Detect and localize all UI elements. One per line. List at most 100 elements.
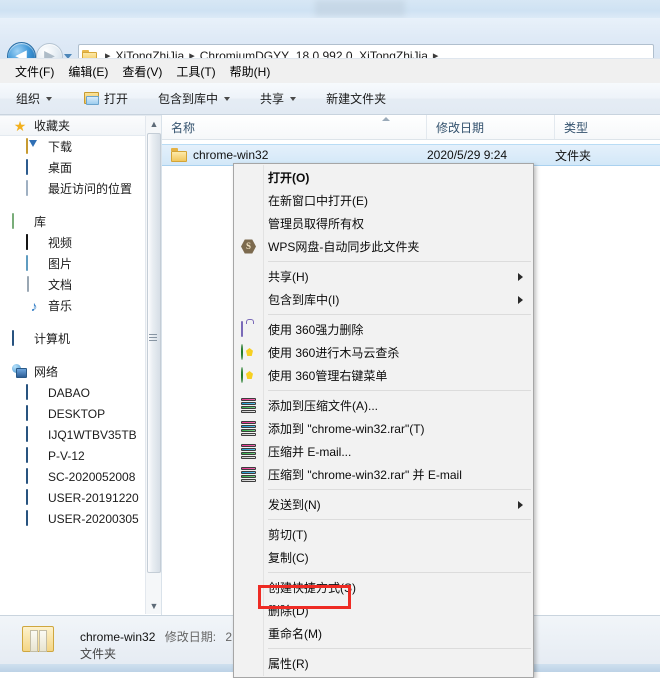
context-menu-item-create-shortcut[interactable]: 创建快捷方式(S)	[234, 576, 533, 599]
context-menu-item-add-to-named-archive[interactable]: 添加到 "chrome-win32.rar"(T)	[234, 417, 533, 440]
sidebar-item-libraries[interactable]: 库	[0, 211, 161, 232]
folder-icon	[171, 148, 188, 162]
context-menu-item-take-ownership[interactable]: 管理员取得所有权	[234, 212, 533, 235]
context-menu-item-rename[interactable]: 重命名(M)	[234, 622, 533, 645]
sidebar-item-dabao[interactable]: DABAO	[0, 382, 161, 403]
organize-label: 组织	[16, 92, 41, 106]
column-header-label: 修改日期	[436, 120, 485, 135]
context-menu-item-compress-and-email[interactable]: 压缩并 E-mail...	[234, 440, 533, 463]
video-icon	[26, 233, 42, 251]
context-menu-item-360-force-delete[interactable]: 使用 360强力删除	[234, 318, 533, 341]
sidebar-item-sc-2020052008[interactable]: SC-2020052008	[0, 466, 161, 487]
context-menu-item-open-new-window[interactable]: 在新窗口中打开(E)	[234, 189, 533, 212]
context-menu-item-360-manage-context-menu[interactable]: 使用 360管理右键菜单	[234, 364, 533, 387]
context-menu-item-compress-to-named-and-email[interactable]: 压缩到 "chrome-win32.rar" 并 E-mail	[234, 463, 533, 486]
sidebar-item-recent-places[interactable]: 最近访问的位置	[0, 178, 161, 199]
navigation-pane: ★ 收藏夹 下载 桌面 最近访问的位置 库 视频 图片 文档 ♪ 音乐 计算机 …	[0, 115, 162, 615]
winrar-icon	[241, 444, 257, 460]
file-date-cell: 2020/5/29 9:24	[427, 148, 508, 162]
column-header-type[interactable]: 类型	[555, 115, 660, 139]
context-menu-item-send-to[interactable]: 发送到(N)	[234, 493, 533, 516]
include-in-library-button[interactable]: 包含到库中	[152, 87, 236, 110]
sidebar-item-label: 计算机	[34, 332, 71, 346]
menu-help[interactable]: 帮助(H)	[223, 61, 278, 82]
sidebar-item-label: SC-2020052008	[48, 469, 136, 484]
file-name-cell[interactable]: chrome-win32	[171, 148, 268, 162]
context-menu-item-copy[interactable]: 复制(C)	[234, 546, 533, 569]
sidebar-item-label: 图片	[48, 257, 73, 271]
new-folder-button[interactable]: 新建文件夹	[320, 87, 392, 110]
context-menu-separator	[268, 648, 531, 649]
details-date-value: 2	[225, 630, 233, 644]
sidebar-item-label: 文档	[48, 278, 73, 292]
column-header-date-modified[interactable]: 修改日期	[427, 115, 555, 139]
sidebar-item-label: USER-20200305	[48, 511, 139, 526]
column-header-label: 名称	[171, 120, 196, 135]
sidebar-item-desktop-host[interactable]: DESKTOP	[0, 403, 161, 424]
sidebar-item-music[interactable]: ♪ 音乐	[0, 295, 161, 316]
details-name-line: chrome-win32 修改日期: 2	[80, 628, 232, 645]
sidebar-item-network[interactable]: 网络	[0, 361, 161, 382]
scroll-up-icon[interactable]: ▲	[146, 116, 162, 132]
share-button[interactable]: 共享	[254, 87, 302, 110]
context-menu-item-add-to-archive[interactable]: 添加到压缩文件(A)...	[234, 394, 533, 417]
sidebar-item-desktop[interactable]: 桌面	[0, 157, 161, 178]
menu-edit[interactable]: 编辑(E)	[61, 61, 115, 82]
remote-computer-icon	[26, 488, 42, 506]
context-menu-item-360-trojan-scan[interactable]: 使用 360进行木马云查杀	[234, 341, 533, 364]
context-menu-item-label: 发送到(N)	[268, 498, 321, 512]
scrollbar-thumb[interactable]	[147, 133, 161, 573]
network-icon	[12, 364, 28, 380]
context-menu-item-delete[interactable]: 删除(D)	[234, 599, 533, 622]
sidebar-item-label: 视频	[48, 236, 73, 250]
sidebar-item-documents[interactable]: 文档	[0, 274, 161, 295]
star-icon: ★	[13, 117, 27, 134]
remote-computer-icon	[26, 425, 42, 443]
360-icon	[241, 367, 257, 384]
sidebar-item-favorites[interactable]: ★ 收藏夹	[0, 115, 161, 136]
context-menu-item-label: 压缩并 E-mail...	[268, 445, 352, 459]
menu-file[interactable]: 文件(F)	[8, 61, 61, 82]
scroll-down-icon[interactable]: ▼	[146, 598, 162, 614]
context-menu-item-open[interactable]: 打开(O)	[234, 166, 533, 189]
sidebar-item-user-20191220[interactable]: USER-20191220	[0, 487, 161, 508]
sidebar-item-label: 最近访问的位置	[48, 182, 133, 196]
submenu-arrow-icon	[518, 501, 523, 509]
folder-icon	[22, 624, 56, 654]
context-menu-item-include-in-library[interactable]: 包含到库中(I)	[234, 288, 533, 311]
menu-tools[interactable]: 工具(T)	[169, 61, 222, 82]
chevron-down-icon	[46, 96, 53, 101]
context-menu-separator	[268, 390, 531, 391]
sidebar-item-label: 桌面	[48, 161, 73, 175]
sidebar-item-label: 库	[34, 215, 47, 229]
sidebar-item-downloads[interactable]: 下载	[0, 136, 161, 157]
context-menu-item-wps-sync[interactable]: S WPS网盘-自动同步此文件夹	[234, 235, 533, 258]
window-titlebar	[0, 0, 660, 18]
winrar-icon	[241, 398, 257, 414]
sidebar-item-computer[interactable]: 计算机	[0, 328, 161, 349]
context-menu-item-label: 添加到压缩文件(A)...	[268, 399, 378, 413]
sidebar-item-user-20200305[interactable]: USER-20200305	[0, 508, 161, 529]
sidebar-item-label: 网络	[34, 365, 59, 379]
context-menu-item-label: 重命名(M)	[268, 627, 322, 641]
command-toolbar: 组织 打开 包含到库中 共享 新建文件夹	[0, 83, 660, 115]
organize-button[interactable]: 组织	[10, 87, 58, 110]
context-menu-item-label: 打开(O)	[268, 171, 310, 185]
sidebar-item-p-v-12[interactable]: P-V-12	[0, 445, 161, 466]
scrollbar-grip-icon	[149, 334, 157, 341]
menu-view[interactable]: 查看(V)	[115, 61, 169, 82]
context-menu-item-cut[interactable]: 剪切(T)	[234, 523, 533, 546]
context-menu: 打开(O) 在新窗口中打开(E) 管理员取得所有权 S WPS网盘-自动同步此文…	[233, 163, 534, 678]
sidebar-item-ijq1wtbv35tb[interactable]: IJQ1WTBV35TB	[0, 424, 161, 445]
context-menu-item-label: 在新窗口中打开(E)	[268, 194, 368, 208]
open-button[interactable]: 打开	[78, 87, 134, 110]
context-menu-item-share[interactable]: 共享(H)	[234, 265, 533, 288]
context-menu-item-label: 添加到 "chrome-win32.rar"(T)	[268, 422, 425, 436]
sidebar-item-pictures[interactable]: 图片	[0, 253, 161, 274]
context-menu-separator	[268, 314, 531, 315]
sidebar-item-videos[interactable]: 视频	[0, 232, 161, 253]
remote-computer-icon	[26, 467, 42, 485]
navigation-scrollbar[interactable]: ▲ ▼	[145, 116, 161, 614]
